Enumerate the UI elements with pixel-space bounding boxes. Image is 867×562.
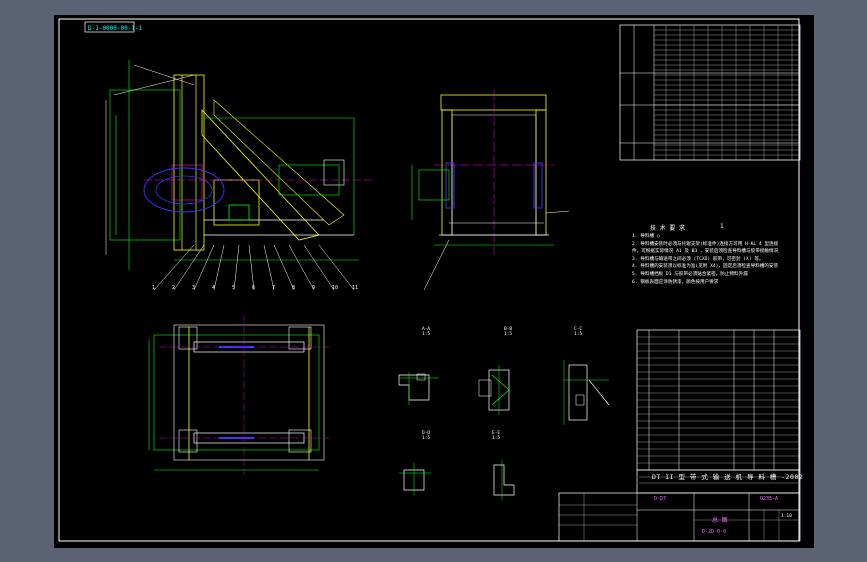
balloon-label: 6 <box>252 285 256 291</box>
section-label-c: C-C 1:5 <box>574 327 583 337</box>
side-elevation-view <box>105 60 374 291</box>
balloon-label: 5 <box>232 285 236 291</box>
title-block-drawing-no: D-2D-0-0 <box>702 529 727 535</box>
note-line: 5. 导料槽挡板 D1 与胶带必须贴合紧密，防止物料外漏 <box>632 271 748 277</box>
note-line: 1. 导料槽 ○ <box>632 234 660 239</box>
balloon-label: 10 <box>332 285 339 291</box>
balloon-label: 1 <box>152 285 156 291</box>
note-line: 2. 导料槽安装时必须与托辊支架(标准件)连接方可用 H-KL 4 型连接 <box>632 241 779 247</box>
plan-view <box>148 315 329 475</box>
technical-notes: 1. 导料槽 ○ 2. 导料槽安装时必须与托辊支架(标准件)连接方可用 H-KL… <box>632 233 802 286</box>
section-views <box>398 360 610 500</box>
drawing-canvas: D-1-0000-00-1-1 DT II 型 带 式 输 送 机 导 料 槽 … <box>54 15 814 548</box>
note-line: 3. 导料槽与输送带之间必须 (TCXD) 胶带，可密封 (X) 等。 <box>632 256 764 262</box>
balloon-label: 4 <box>212 285 216 291</box>
corner-label: D-1-0000-00-1-1 <box>88 25 143 32</box>
title-block-name: 总 图 <box>712 517 728 524</box>
balloon-label: 2 <box>172 285 176 291</box>
note-line: 4. 导料槽的安装须以标准为准(见附 X4)，固定后须检查导料槽的安装 <box>632 264 779 270</box>
balloon-label: 9 <box>312 285 316 291</box>
balloon-label: 8 <box>292 285 296 291</box>
balloon-label: 11 <box>352 285 359 291</box>
notes-title: 技 术 要 求 <box>650 225 685 232</box>
title-banner: DT II 型 带 式 输 送 机 导 料 槽 -2002 <box>652 473 804 481</box>
note-line: 件，可根据实际情况 A1 及 B3 ，安装后须检查导料槽与胶带接触情况 <box>632 249 779 255</box>
section-label-b: B-B 1:5 <box>504 327 513 337</box>
front-elevation-view <box>411 90 570 291</box>
title-block-scale: 1:10 <box>781 514 792 519</box>
balloon-row: 1 2 3 4 5 6 7 8 9 10 11 <box>152 285 372 295</box>
section-label-d: D-D 1:5 <box>422 431 431 441</box>
specification-table <box>619 24 801 161</box>
title-block-material: Q235-A <box>760 496 779 502</box>
balloon-label: 3 <box>192 285 196 291</box>
note-marker: 1 <box>720 223 724 230</box>
note-line: 6. 钢板表面应涂防锈漆，颜色按用户要求 <box>632 279 719 285</box>
balloon-label: 7 <box>272 285 276 291</box>
section-label-a: A-A 1:5 <box>422 327 431 337</box>
parts-list <box>636 329 801 471</box>
section-label-e: E-E 1:5 <box>492 431 501 441</box>
title-block-number: D-D7 <box>654 496 667 502</box>
